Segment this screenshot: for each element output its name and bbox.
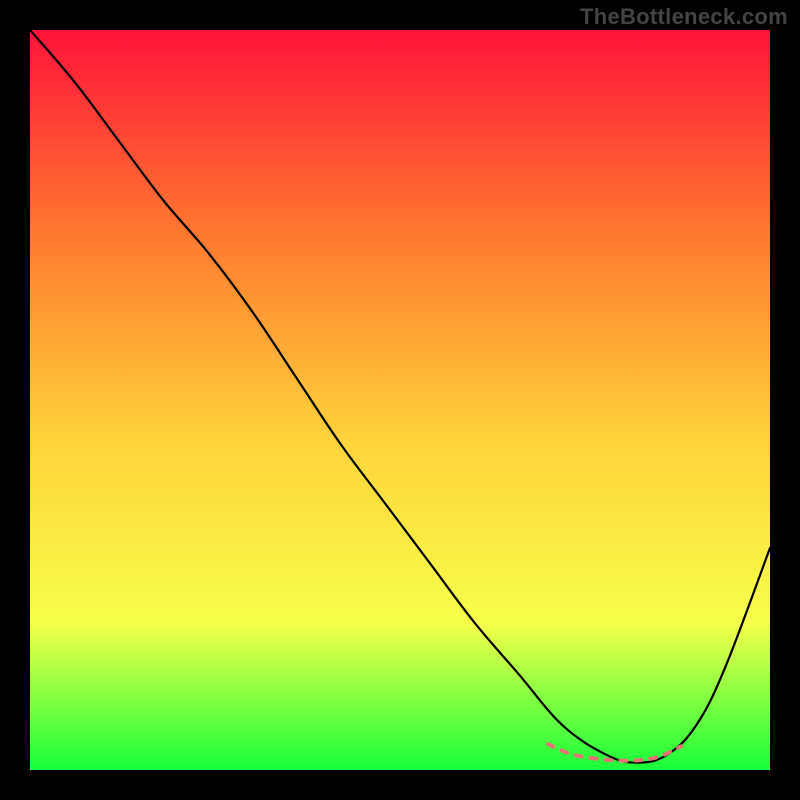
gradient-background: [30, 30, 770, 770]
chart-plot-area: [30, 30, 770, 770]
chart-stage: TheBottleneck.com: [0, 0, 800, 800]
watermark-label: TheBottleneck.com: [580, 4, 788, 30]
chart-svg: [30, 30, 770, 770]
